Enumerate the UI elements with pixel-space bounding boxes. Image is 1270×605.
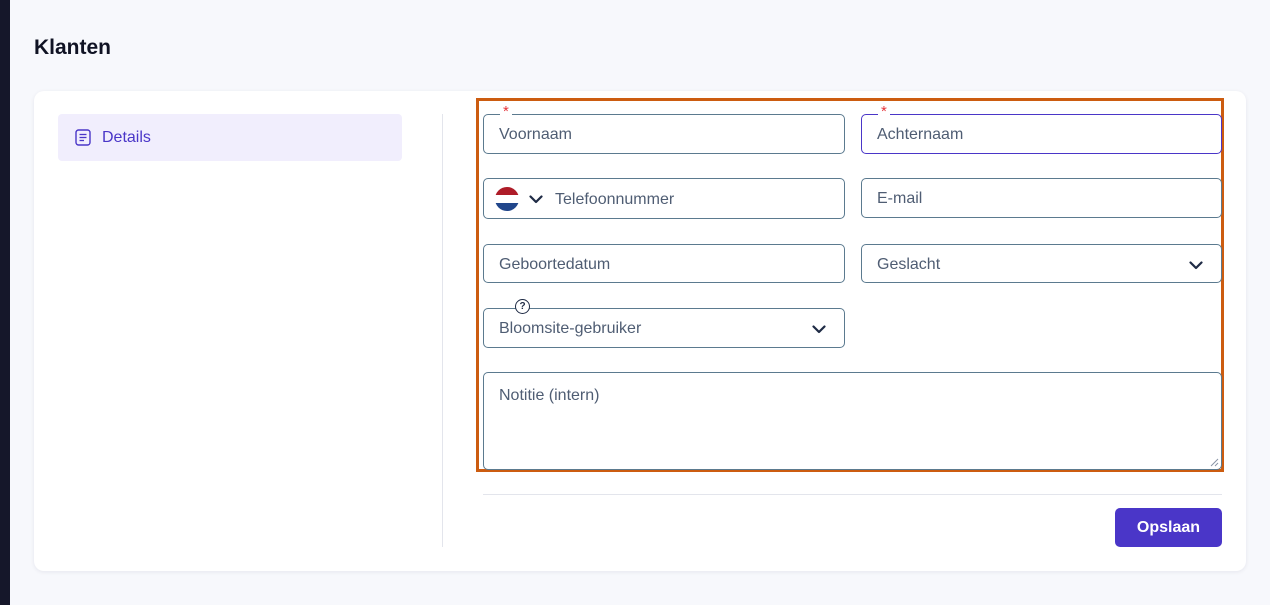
sidebar-item-details[interactable]: Details [58,114,402,161]
phone-placeholder: Telefoonnummer [555,191,675,208]
last-name-field[interactable]: * Achternaam [861,104,1222,154]
required-marker: * [878,104,890,119]
birthdate-field[interactable]: Geboortedatum [483,244,845,283]
phone-field[interactable]: Telefoonnummer [483,178,845,219]
birthdate-placeholder: Geboortedatum [499,256,611,273]
save-button[interactable]: Opslaan [1115,508,1222,547]
customer-card: Details * Voornaam * Achternaam Telefoon… [34,91,1246,571]
help-icon[interactable]: ? [515,299,530,314]
gender-select[interactable]: Geslacht [861,244,1222,283]
required-marker: * [500,104,512,119]
note-textarea[interactable]: Notitie (intern) [483,372,1222,470]
page-title: Klanten [34,36,112,59]
first-name-field[interactable]: * Voornaam [483,104,845,154]
netherlands-flag-icon[interactable] [495,187,519,211]
email-field[interactable]: E-mail [861,178,1222,218]
window-edge [0,0,10,605]
chevron-down-icon [1189,261,1203,270]
form-footer-divider [483,494,1222,495]
last-name-placeholder: Achternaam [877,126,964,143]
sidebar-divider [442,114,443,547]
document-icon [75,129,91,146]
gender-placeholder: Geslacht [877,256,941,273]
bloomsite-user-placeholder: Bloomsite-gebruiker [499,320,642,337]
resize-handle-icon[interactable] [1210,458,1219,467]
first-name-placeholder: Voornaam [499,126,572,143]
sidebar-item-label: Details [102,129,151,146]
email-placeholder: E-mail [877,190,923,207]
chevron-down-icon [812,325,826,334]
bloomsite-user-select[interactable]: ? Bloomsite-gebruiker [483,299,845,348]
chevron-down-icon[interactable] [529,195,543,204]
note-placeholder: Notitie (intern) [499,387,600,404]
